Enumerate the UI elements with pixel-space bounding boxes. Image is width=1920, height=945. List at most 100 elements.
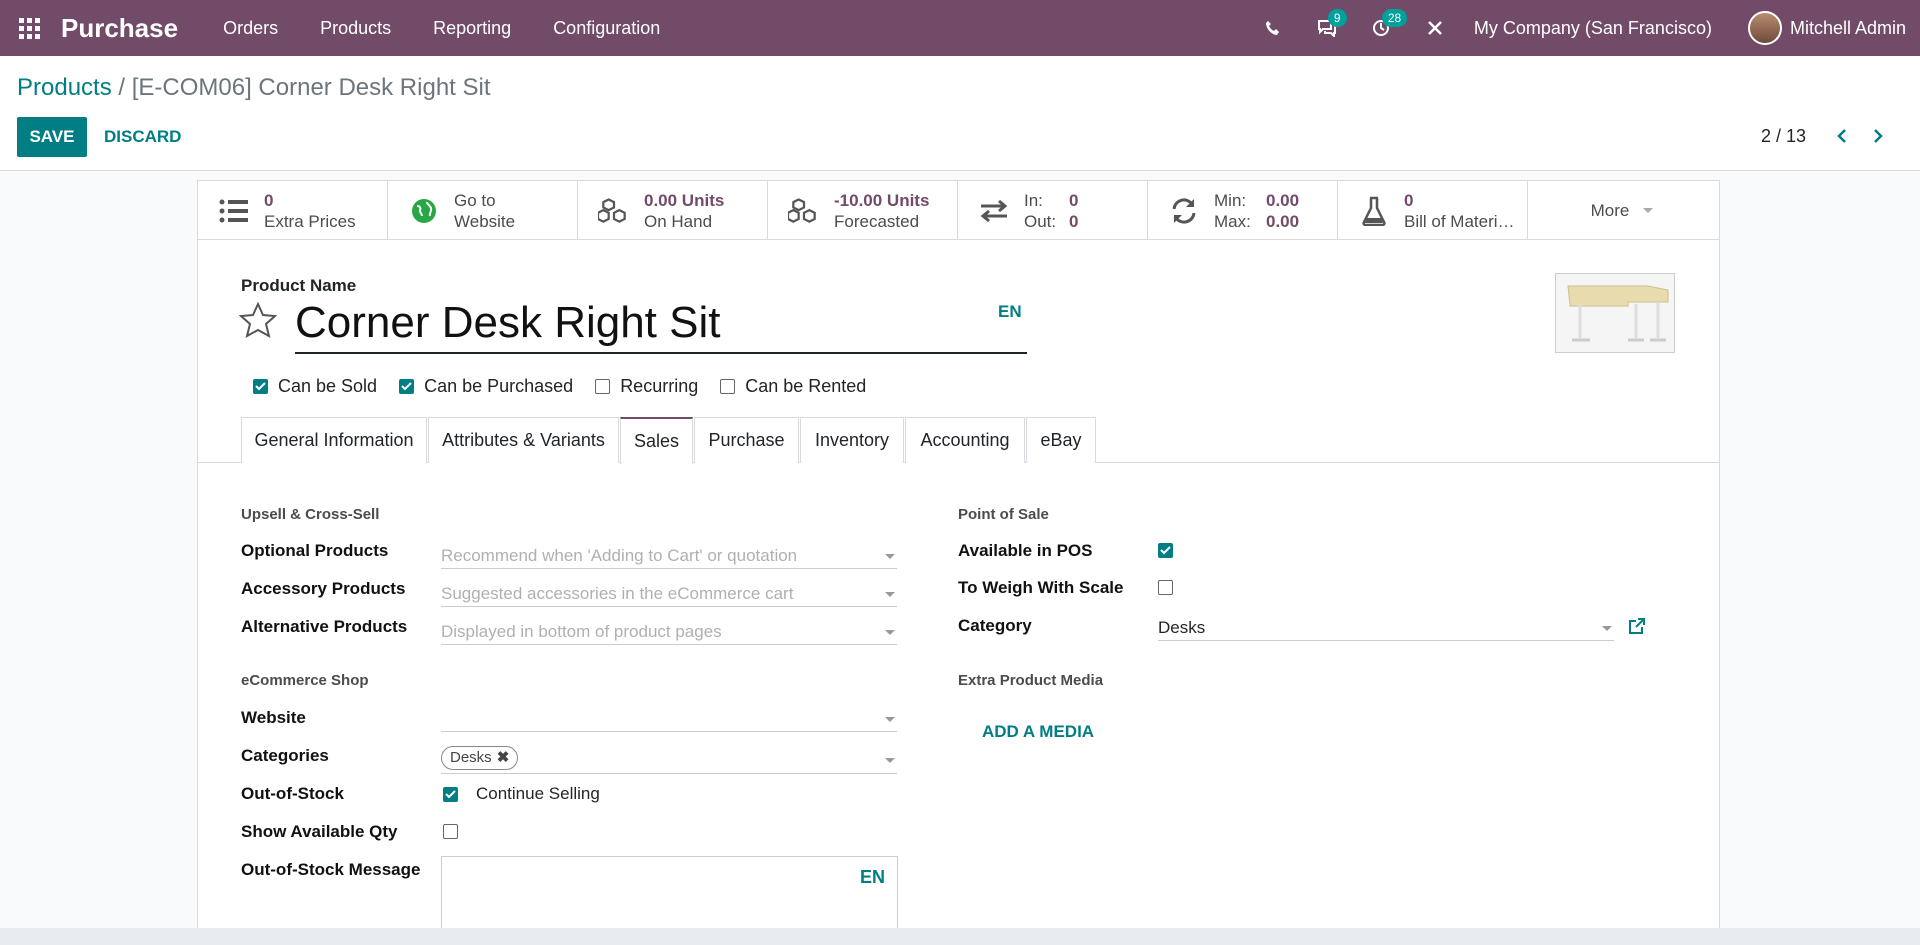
pager-value[interactable]: 2 / 13	[1761, 126, 1806, 147]
pos-category-value: Desks	[1158, 618, 1206, 637]
to-weigh-with-scale-label: To Weigh With Scale	[958, 578, 1124, 597]
continue-selling-option[interactable]: Continue Selling	[443, 784, 600, 804]
website-input[interactable]	[441, 706, 897, 732]
to-weigh-with-scale-checkbox[interactable]	[1158, 580, 1173, 595]
can-be-rented-option[interactable]: Can be Rented	[720, 376, 866, 397]
website-label: Website	[241, 708, 306, 727]
app-root: Purchase Orders Products Reporting Confi…	[0, 0, 1920, 945]
list-icon	[218, 195, 250, 227]
save-button[interactable]: SAVE	[17, 117, 87, 157]
min-max-button[interactable]: Min: 0.00 Max: 0.00	[1148, 181, 1338, 240]
more-button[interactable]: More	[1528, 181, 1716, 240]
tab-attributes-variants[interactable]: Attributes & Variants	[428, 417, 619, 463]
can-be-purchased-checkbox[interactable]	[399, 379, 415, 394]
extra-prices-label: Extra Prices	[264, 211, 356, 231]
category-tag[interactable]: Desks ✖	[441, 745, 519, 771]
product-name-label: Product Name	[241, 276, 357, 295]
dropdown-caret-icon	[1602, 626, 1612, 631]
activities-icon[interactable]: 28	[1354, 0, 1408, 56]
menu-products[interactable]: Products	[299, 0, 412, 56]
menu-reporting[interactable]: Reporting	[412, 0, 532, 56]
out-of-stock-label: Out-of-Stock	[241, 784, 344, 803]
max-value: 0.00	[1266, 211, 1300, 231]
pager-previous-icon[interactable]	[1828, 122, 1856, 150]
messages-icon[interactable]: 9	[1300, 0, 1354, 56]
out-value: 0	[1069, 211, 1079, 231]
recurring-label: Recurring	[620, 376, 699, 396]
go-to-website-button[interactable]: Go to Website	[388, 181, 578, 240]
on-hand-button[interactable]: 0.00 Units On Hand	[578, 181, 768, 240]
recurring-option[interactable]: Recurring	[595, 376, 698, 397]
control-panel: Products / [E-COM06] Corner Desk Right S…	[0, 56, 1920, 171]
can-be-sold-checkbox[interactable]	[253, 379, 268, 394]
user-menu[interactable]: Mitchell Admin	[1747, 11, 1906, 45]
apps-menu-icon[interactable]	[0, 0, 58, 56]
tab-accounting[interactable]: Accounting	[905, 417, 1025, 463]
messages-badge: 9	[1327, 9, 1347, 27]
menu-configuration[interactable]: Configuration	[532, 0, 681, 56]
alternative-products-input[interactable]: Displayed in bottom of product pages	[441, 619, 897, 645]
breadcrumb-products-link[interactable]: Products	[17, 74, 112, 101]
alternative-products-label: Alternative Products	[241, 617, 408, 636]
product-image[interactable]	[1555, 273, 1675, 353]
extra-prices-button[interactable]: 0 Extra Prices	[198, 181, 388, 240]
bom-label: Bill of Materi…	[1404, 211, 1515, 231]
company-switcher[interactable]: My Company (San Francisco)	[1474, 18, 1712, 39]
forecasted-button[interactable]: -10.00 Units Forecasted	[768, 181, 958, 240]
pos-section-title: Point of Sale	[958, 506, 1049, 523]
out-label: Out:	[1024, 211, 1057, 231]
can-be-sold-option[interactable]: Can be Sold	[253, 376, 377, 397]
menu-orders[interactable]: Orders	[202, 0, 299, 56]
accessory-products-input[interactable]: Suggested accessories in the eCommerce c…	[441, 581, 897, 607]
more-caret-icon	[1643, 208, 1654, 213]
out-of-stock-message-lang-button[interactable]: EN	[860, 867, 885, 888]
can-be-rented-checkbox[interactable]	[720, 379, 736, 394]
dropdown-caret-icon	[885, 554, 895, 559]
tab-purchase[interactable]: Purchase	[694, 417, 799, 463]
dropdown-caret-icon	[885, 592, 895, 597]
phone-icon[interactable]	[1246, 0, 1300, 56]
discard-button[interactable]: DISCARD	[104, 117, 181, 157]
upsell-section-title: Upsell & Cross-Sell	[241, 506, 380, 523]
in-out-button[interactable]: In: 0 Out: 0	[958, 181, 1148, 240]
tab-sales[interactable]: Sales	[620, 417, 693, 464]
remove-tag-icon[interactable]: ✖	[497, 745, 510, 771]
extra-prices-value: 0	[264, 190, 274, 210]
favorite-star-icon[interactable]	[238, 301, 278, 346]
categories-input[interactable]: Desks ✖	[441, 744, 897, 774]
bill-of-materials-button[interactable]: 0 Bill of Materi…	[1338, 181, 1528, 240]
cubes-icon	[788, 195, 820, 227]
dropdown-caret-icon	[885, 717, 895, 722]
available-in-pos-checkbox[interactable]	[1158, 543, 1173, 558]
recurring-checkbox[interactable]	[595, 379, 611, 394]
globe-icon	[408, 195, 440, 227]
flask-icon	[1358, 195, 1390, 227]
notebook-tabs: General Information Attributes & Variant…	[198, 417, 1719, 464]
add-media-button[interactable]: ADD A MEDIA	[982, 722, 1094, 742]
breadcrumb-current: [E-COM06] Corner Desk Right Sit	[131, 74, 491, 101]
product-name-lang-button[interactable]: EN	[998, 302, 1022, 322]
optional-products-input[interactable]: Recommend when 'Adding to Cart' or quota…	[441, 543, 897, 569]
refresh-icon	[1168, 195, 1200, 227]
debug-tools-icon[interactable]	[1408, 0, 1462, 56]
pos-category-input[interactable]: Desks	[1158, 615, 1614, 641]
forecasted-label: Forecasted	[834, 211, 920, 231]
show-available-qty-checkbox[interactable]	[443, 824, 458, 839]
pager-next-icon[interactable]	[1864, 122, 1892, 150]
continue-selling-checkbox[interactable]	[443, 786, 458, 802]
product-name-input[interactable]: Corner Desk Right Sit	[295, 295, 1027, 354]
user-name: Mitchell Admin	[1789, 17, 1906, 38]
min-label: Min:	[1214, 190, 1247, 210]
more-label: More	[1590, 200, 1630, 220]
website-label: Website	[454, 211, 516, 231]
app-name[interactable]: Purchase	[61, 13, 178, 44]
tab-inventory[interactable]: Inventory	[800, 417, 904, 463]
footer-strip	[0, 928, 1920, 945]
top-navbar: Purchase Orders Products Reporting Confi…	[0, 0, 1920, 56]
breadcrumb: Products / [E-COM06] Corner Desk Right S…	[17, 74, 491, 102]
can-be-purchased-option[interactable]: Can be Purchased	[399, 376, 573, 397]
tab-ebay[interactable]: eBay	[1026, 417, 1096, 463]
tab-general-information[interactable]: General Information	[241, 417, 427, 463]
optional-products-placeholder: Recommend when 'Adding to Cart' or quota…	[441, 546, 798, 565]
external-link-icon[interactable]	[1628, 617, 1646, 640]
